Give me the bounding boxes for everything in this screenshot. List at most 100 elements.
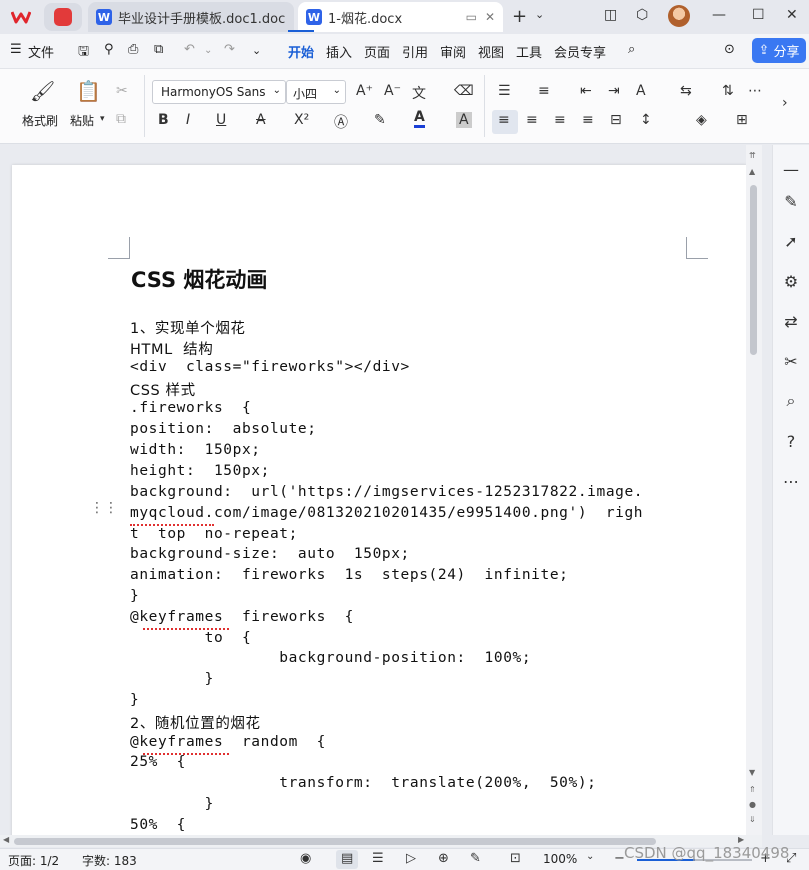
doc-line[interactable]: 2、随机位置的烟花	[130, 712, 261, 733]
page-view-icon[interactable]: ▤	[341, 851, 353, 866]
doc-line[interactable]: @keyframes random {	[130, 734, 326, 750]
doc-line[interactable]: position: absolute;	[130, 421, 317, 437]
next-page-icon[interactable]: ⇓	[749, 815, 756, 824]
bold-icon[interactable]: B	[158, 112, 169, 128]
collapse-panel-icon[interactable]: —	[781, 159, 801, 179]
show-marks-icon[interactable]: ⋯	[748, 83, 762, 99]
close-window-icon[interactable]: ✕	[786, 7, 798, 23]
menu-references[interactable]: 引用	[402, 42, 428, 61]
menu-review[interactable]: 审阅	[440, 42, 466, 61]
comment-icon[interactable]: ⊙	[724, 42, 735, 57]
doc-line[interactable]: }	[130, 588, 139, 604]
doc-line[interactable]: to {	[130, 630, 251, 646]
write-mode-icon[interactable]: ✎	[470, 851, 481, 866]
ribbon-expand-icon[interactable]: ›	[782, 95, 788, 111]
zoom-dropdown-icon[interactable]: ⌄	[586, 851, 594, 862]
copy-icon[interactable]: ⧉	[116, 111, 126, 127]
font-name-select[interactable]: HarmonyOS Sans ⌄	[152, 80, 286, 104]
doc-line[interactable]: }	[130, 796, 214, 812]
doc-line[interactable]: <div class="fireworks"></div>	[130, 359, 410, 375]
cut-icon[interactable]: ✂	[116, 83, 128, 99]
doc-line[interactable]: t top no-repeat;	[130, 526, 298, 542]
close-tab-icon[interactable]: ✕	[485, 10, 495, 24]
borders-icon[interactable]: ⊞	[736, 112, 748, 128]
font-size-select[interactable]: 小四 ⌄	[286, 80, 346, 104]
doc-line[interactable]: height: 150px;	[130, 463, 270, 479]
format-painter-label[interactable]: 格式刷	[22, 112, 58, 129]
align-center-icon[interactable]: ≡	[526, 112, 538, 128]
prev-page-icon[interactable]: ⇑	[749, 785, 756, 794]
menu-page[interactable]: 页面	[364, 42, 390, 61]
scroll-down-icon[interactable]: ▼	[749, 768, 755, 777]
line-spacing-icon[interactable]: ↕	[640, 112, 652, 128]
edit-pen-icon[interactable]: ✎	[781, 191, 801, 211]
play-icon[interactable]: ▷	[406, 851, 416, 866]
select-browse-object-icon[interactable]: ●	[749, 800, 756, 809]
paste-dropdown-icon[interactable]: ▾	[100, 114, 105, 124]
clear-format-icon[interactable]: ⌫	[454, 83, 474, 99]
char-shading-icon[interactable]: A	[456, 112, 472, 128]
align-right-icon[interactable]: ≡	[554, 112, 566, 128]
doc-line[interactable]: animation: fireworks 1s steps(24) infini…	[130, 567, 569, 583]
adjust-sliders-icon[interactable]: ⚙	[781, 271, 801, 291]
menu-home[interactable]: 开始	[288, 42, 314, 61]
menu-insert[interactable]: 插入	[326, 42, 352, 61]
outline-view-icon[interactable]: ☰	[372, 851, 384, 866]
split-view-icon[interactable]: ◫	[604, 7, 617, 23]
share-link-icon[interactable]: ⚲	[104, 42, 114, 57]
undo-dropdown-icon[interactable]: ⌄	[204, 45, 212, 56]
format-painter-icon[interactable]: 🖌	[30, 79, 55, 103]
wps-logo-icon[interactable]	[4, 4, 38, 30]
scroll-up-icon[interactable]: ▲	[749, 167, 755, 176]
underline-icon[interactable]: U	[216, 112, 226, 128]
sort-icon[interactable]: ⇅	[722, 83, 734, 99]
paragraph-drag-handle-icon[interactable]: ⋮⋮	[90, 501, 118, 515]
maximize-icon[interactable]: ☐	[752, 7, 765, 23]
save-icon[interactable]: 🖫	[78, 42, 89, 64]
float-window-icon[interactable]: ▭	[466, 10, 477, 24]
word-count[interactable]: 字数: 183	[82, 852, 137, 869]
scroll-top-icon[interactable]: ⇈	[749, 151, 756, 160]
doc-line[interactable]: background-position: 100%;	[130, 650, 531, 666]
doc-line[interactable]: }	[130, 671, 214, 687]
quick-access-dropdown-icon[interactable]: ⌄	[252, 44, 261, 57]
doc-line[interactable]: background: url('https://imgservices-125…	[130, 484, 643, 500]
highlight-icon[interactable]: ✎	[374, 112, 386, 128]
decrease-indent-icon[interactable]: ⇤	[580, 83, 592, 99]
grow-font-icon[interactable]: A⁺	[356, 83, 373, 99]
doc-line[interactable]: HTML 结构	[130, 338, 213, 359]
paste-icon[interactable]: 📋	[76, 79, 101, 103]
phonetic-guide-icon[interactable]: 文	[412, 83, 426, 103]
doc-line[interactable]: .fireworks {	[130, 400, 251, 416]
print-icon[interactable]: ⎙	[128, 42, 138, 57]
increase-indent-icon[interactable]: ⇥	[608, 83, 620, 99]
tools-icon[interactable]: ✂	[781, 351, 801, 371]
doc-line[interactable]: }	[130, 692, 139, 708]
strikethrough-icon[interactable]: A	[256, 112, 266, 128]
scrollbar-thumb[interactable]	[14, 838, 656, 845]
doc-line[interactable]: myqcloud.com/image/081320210201435/e9951…	[130, 505, 643, 521]
help-icon[interactable]: ?	[781, 431, 801, 451]
web-view-icon[interactable]: ⊕	[438, 851, 449, 866]
doc-line[interactable]: background-size: auto 150px;	[130, 546, 410, 562]
align-left-icon[interactable]: ≡	[498, 112, 510, 128]
bullet-list-icon[interactable]: ☰	[498, 83, 511, 99]
undo-icon[interactable]: ↶	[184, 42, 195, 57]
search-icon[interactable]: ⌕	[628, 42, 635, 57]
justify-icon[interactable]: ≡	[582, 112, 594, 128]
fit-page-icon[interactable]: ⊡	[510, 851, 521, 866]
document-page[interactable]	[12, 165, 747, 835]
shrink-font-icon[interactable]: A⁻	[384, 83, 401, 99]
pdf-app-tab[interactable]	[44, 3, 82, 31]
print-preview-icon[interactable]: ⧉	[154, 42, 163, 57]
font-color-icon[interactable]: A	[414, 110, 425, 128]
menu-file[interactable]: 文件	[28, 42, 54, 61]
tab-document-template[interactable]: W 毕业设计手册模板.doc1.doc	[88, 2, 294, 32]
shading-icon[interactable]: ◈	[696, 112, 707, 128]
text-effect-icon[interactable]: Ⓐ	[334, 112, 348, 132]
doc-line[interactable]: transform: translate(200%, 50%);	[130, 775, 597, 791]
zoom-level[interactable]: 100%	[543, 852, 577, 866]
doc-line[interactable]: CSS 样式	[130, 379, 196, 400]
scroll-left-icon[interactable]: ◀	[3, 835, 9, 844]
text-direction-icon[interactable]: A	[636, 83, 646, 99]
